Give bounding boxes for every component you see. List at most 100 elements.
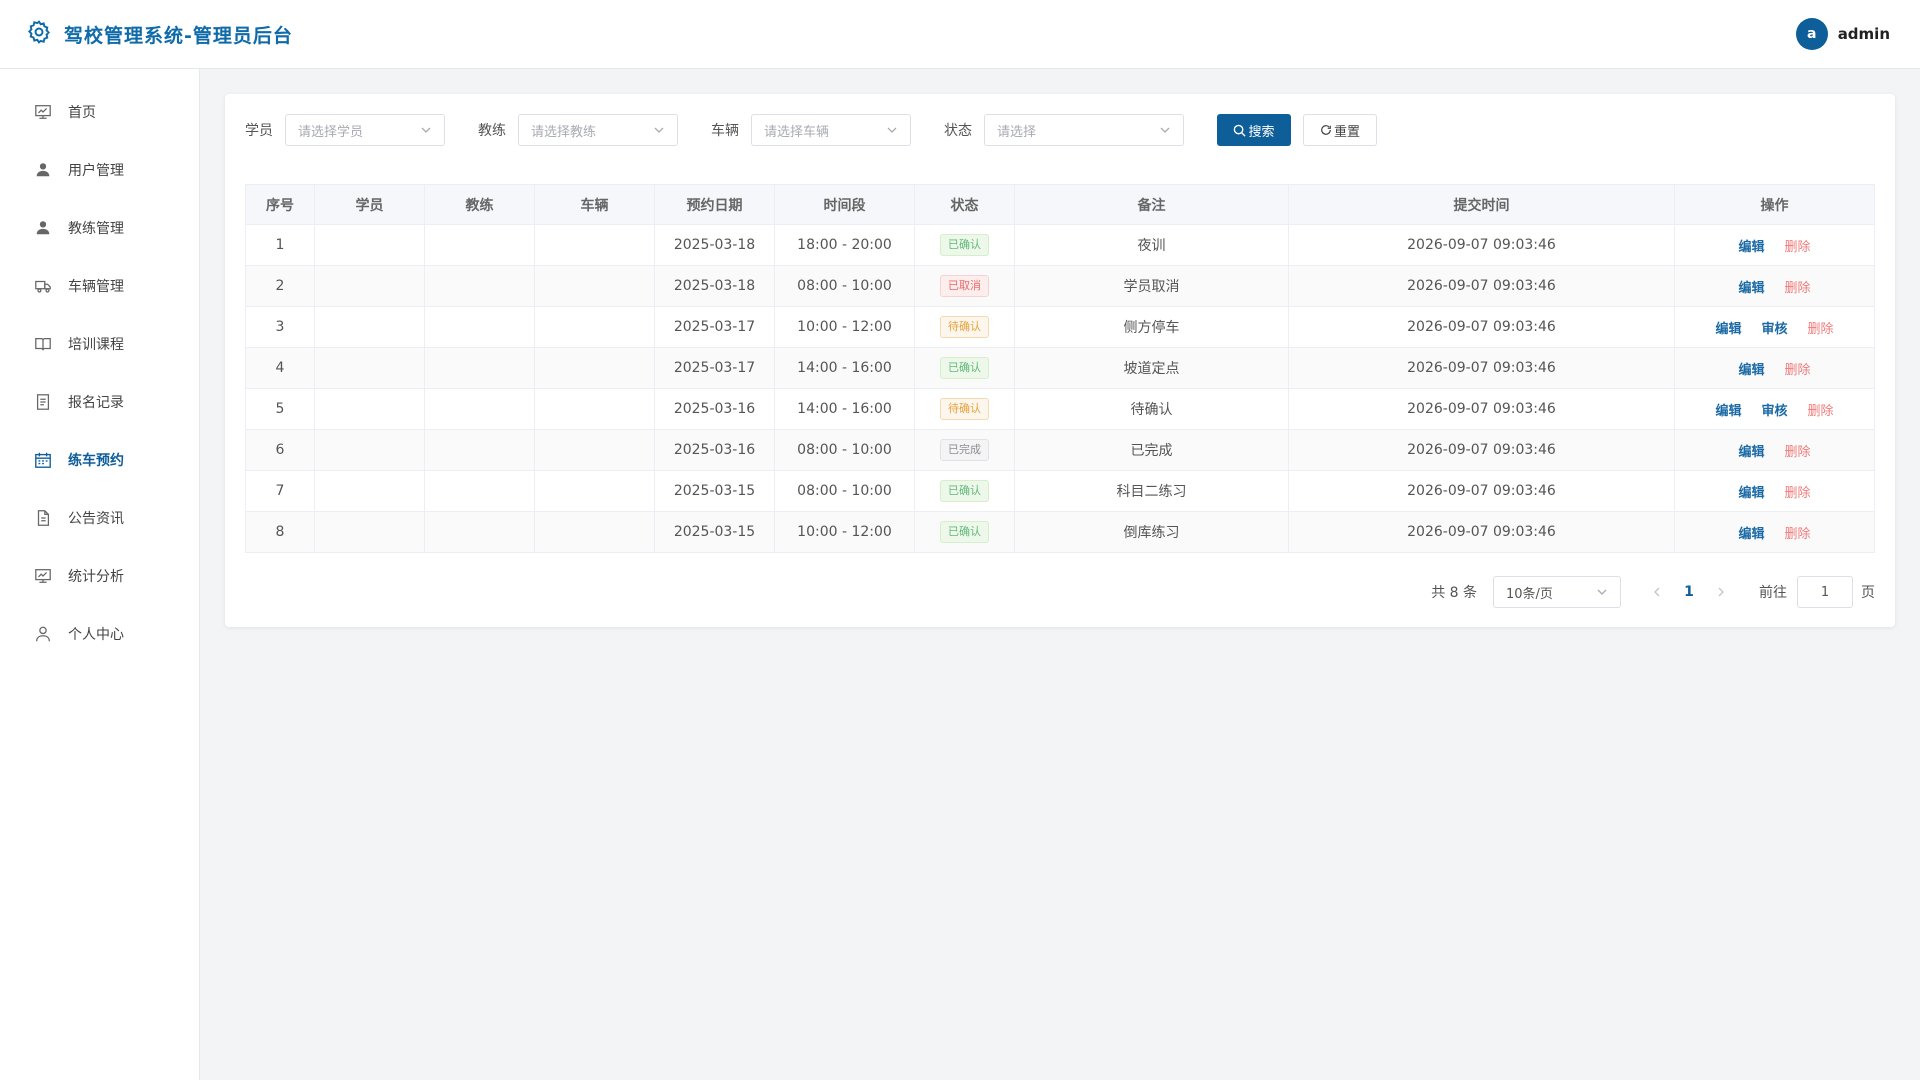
audit-button[interactable]: 审核 xyxy=(1761,404,1787,419)
col-header-student: 学员 xyxy=(314,184,425,225)
delete-button[interactable]: 删除 xyxy=(1785,281,1811,296)
top-header: 驾校管理系统-管理员后台 a admin xyxy=(0,0,1920,69)
cell-remark: 已完成 xyxy=(1014,429,1289,471)
cell-vehicle xyxy=(534,224,655,266)
audit-button[interactable]: 审核 xyxy=(1761,322,1787,337)
delete-button[interactable]: 删除 xyxy=(1785,240,1811,255)
sidebar-item-users[interactable]: 用户管理 xyxy=(0,141,199,199)
edit-button[interactable]: 编辑 xyxy=(1738,445,1764,460)
edit-button[interactable]: 编辑 xyxy=(1738,486,1764,501)
cell-remark: 倒库练习 xyxy=(1014,511,1289,553)
cell-submitted: 2026-09-07 09:03:46 xyxy=(1288,470,1675,512)
cell-actions: 编辑 审核 删除 xyxy=(1674,388,1875,430)
sidebar-item-vehicles[interactable]: 车辆管理 xyxy=(0,257,199,315)
col-header-date: 预约日期 xyxy=(654,184,775,225)
goto-page-input[interactable]: 1 xyxy=(1797,576,1853,608)
cell-date: 2025-03-17 xyxy=(654,306,775,348)
cell-slot: 08:00 - 10:00 xyxy=(774,429,915,471)
sidebar-item-bookings[interactable]: 练车预约 xyxy=(0,431,199,489)
chevron-down-icon xyxy=(1160,127,1170,133)
cell-vehicle xyxy=(534,388,655,430)
reset-button-label: 重置 xyxy=(1333,124,1360,140)
cell-status: 待确认 xyxy=(914,306,1015,348)
sidebar: 首页 用户管理 教练管理 车辆管理 培训课程 报名记录 练车预约 公告资讯 统计… xyxy=(0,69,200,1080)
edit-button[interactable]: 编辑 xyxy=(1738,240,1764,255)
cell-coach xyxy=(424,511,535,553)
cell-remark: 坡道定点 xyxy=(1014,347,1289,389)
cell-submitted: 2026-09-07 09:03:46 xyxy=(1288,388,1675,430)
vehicle-select[interactable]: 请选择车辆 xyxy=(751,114,911,146)
chevron-down-icon xyxy=(421,127,431,133)
delete-button[interactable]: 删除 xyxy=(1785,486,1811,501)
cell-coach xyxy=(424,429,535,471)
chevron-down-icon xyxy=(1597,589,1607,595)
cell-vehicle xyxy=(534,347,655,389)
sidebar-item-profile[interactable]: 个人中心 xyxy=(0,605,199,663)
student-filter-label: 学员 xyxy=(245,123,273,139)
delete-button[interactable]: 删除 xyxy=(1808,404,1834,419)
page-size-select[interactable]: 10条/页 xyxy=(1493,576,1621,608)
sidebar-item-label: 练车预约 xyxy=(68,453,124,469)
gear-icon xyxy=(26,19,52,49)
cell-student xyxy=(314,347,425,389)
cell-no: 3 xyxy=(245,306,315,348)
status-badge: 待确认 xyxy=(940,316,989,338)
status-select[interactable]: 请选择 xyxy=(984,114,1184,146)
table-header-row: 序号 学员 教练 车辆 预约日期 时间段 状态 备注 提交时间 操作 xyxy=(245,184,1875,225)
username[interactable]: admin xyxy=(1838,25,1890,43)
cell-vehicle xyxy=(534,265,655,307)
cell-status: 已确认 xyxy=(914,347,1015,389)
user-menu[interactable]: a admin xyxy=(1795,18,1890,50)
vehicle-filter: 车辆 请选择车辆 xyxy=(711,114,911,146)
delete-button[interactable]: 删除 xyxy=(1785,527,1811,542)
cell-coach xyxy=(424,224,535,266)
edit-button[interactable]: 编辑 xyxy=(1715,404,1741,419)
delete-button[interactable]: 删除 xyxy=(1808,322,1834,337)
search-button-label: 搜索 xyxy=(1248,124,1275,140)
sidebar-item-label: 用户管理 xyxy=(68,163,124,179)
prev-page-button[interactable] xyxy=(1641,576,1673,608)
cell-actions: 编辑 删除 xyxy=(1674,265,1875,307)
next-page-button[interactable] xyxy=(1705,576,1737,608)
reset-button[interactable]: 重置 xyxy=(1303,114,1377,146)
total-count: 共 8 条 xyxy=(1431,585,1477,601)
coach-select[interactable]: 请选择教练 xyxy=(518,114,678,146)
calendar-icon xyxy=(35,452,51,468)
sidebar-item-coaches[interactable]: 教练管理 xyxy=(0,199,199,257)
cell-remark: 夜训 xyxy=(1014,224,1289,266)
search-button[interactable]: 搜索 xyxy=(1217,114,1291,146)
sidebar-item-courses[interactable]: 培训课程 xyxy=(0,315,199,373)
sidebar-item-statistics[interactable]: 统计分析 xyxy=(0,547,199,605)
delete-button[interactable]: 删除 xyxy=(1785,363,1811,378)
cell-coach xyxy=(424,470,535,512)
sidebar-item-home[interactable]: 首页 xyxy=(0,83,199,141)
document-icon xyxy=(36,394,50,410)
status-badge: 已确认 xyxy=(940,357,989,379)
edit-button[interactable]: 编辑 xyxy=(1738,281,1764,296)
cell-actions: 编辑 审核 删除 xyxy=(1674,306,1875,348)
edit-button[interactable]: 编辑 xyxy=(1738,527,1764,542)
page-number[interactable]: 1 xyxy=(1673,576,1705,608)
student-select[interactable]: 请选择学员 xyxy=(285,114,445,146)
table-row: 5 2025-03-16 14:00 - 16:00 待确认 待确认 2026-09-07… xyxy=(245,388,1875,430)
vehicle-select-placeholder: 请选择车辆 xyxy=(764,124,830,140)
sidebar-item-enrollments[interactable]: 报名记录 xyxy=(0,373,199,431)
edit-button[interactable]: 编辑 xyxy=(1738,363,1764,378)
table-row: 1 2025-03-18 18:00 - 20:00 已确认 夜训 2026-09-07 … xyxy=(245,224,1875,266)
avatar[interactable]: a xyxy=(1795,18,1828,50)
table-row: 7 2025-03-15 08:00 - 10:00 已确认 科目二练习 2026-09-… xyxy=(245,470,1875,512)
search-icon xyxy=(1234,124,1247,137)
cell-student xyxy=(314,470,425,512)
chevron-right-icon xyxy=(1718,587,1724,597)
status-badge: 已完成 xyxy=(940,439,989,461)
edit-button[interactable]: 编辑 xyxy=(1715,322,1741,337)
cell-no: 2 xyxy=(245,265,315,307)
cell-status: 已确认 xyxy=(914,470,1015,512)
cell-actions: 编辑 删除 xyxy=(1674,470,1875,512)
delete-button[interactable]: 删除 xyxy=(1785,445,1811,460)
cell-status: 待确认 xyxy=(914,388,1015,430)
cell-student xyxy=(314,429,425,471)
sidebar-item-notices[interactable]: 公告资讯 xyxy=(0,489,199,547)
status-select-placeholder: 请选择 xyxy=(997,124,1037,140)
vehicle-filter-label: 车辆 xyxy=(711,123,739,139)
